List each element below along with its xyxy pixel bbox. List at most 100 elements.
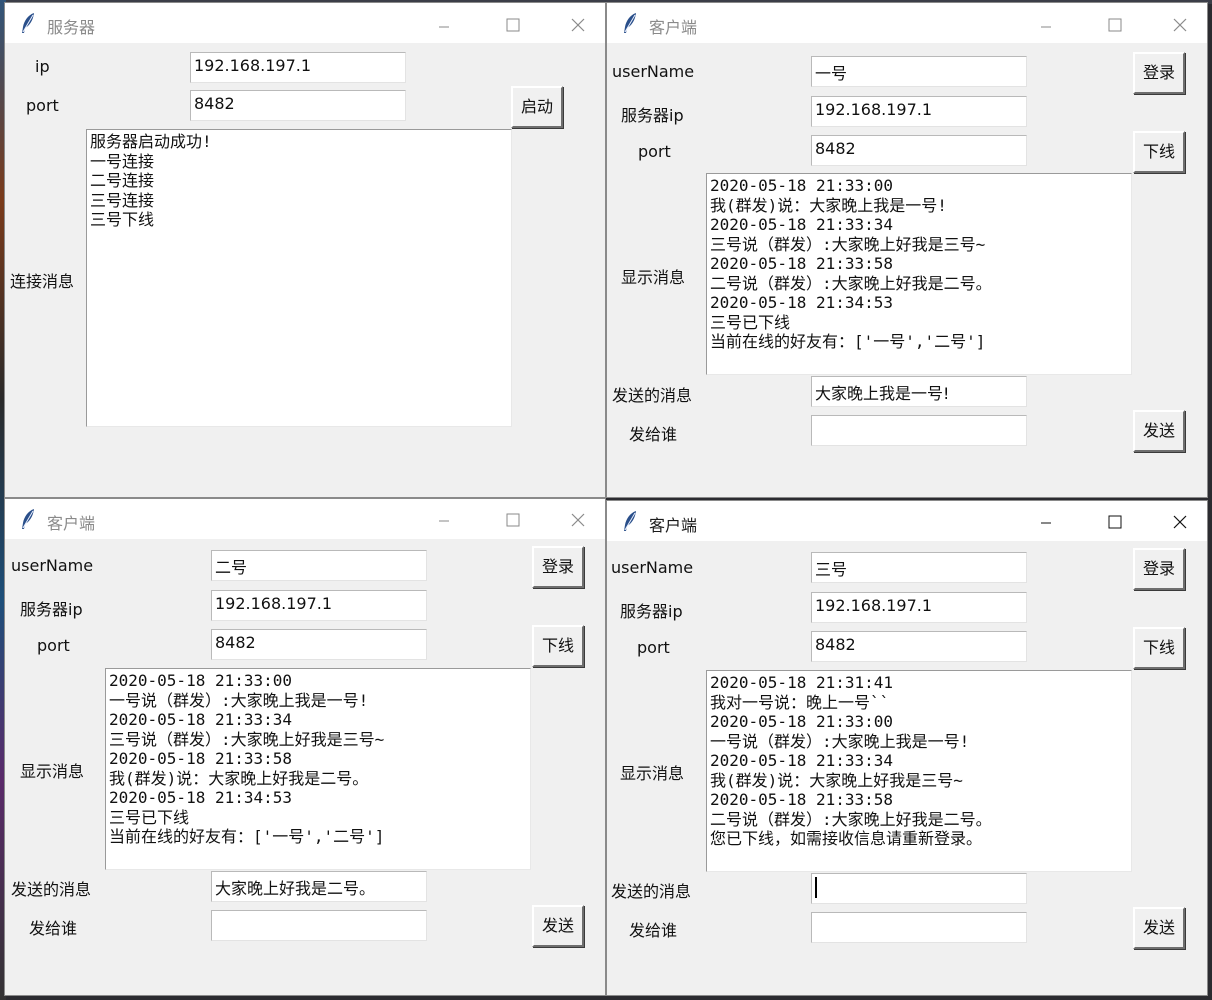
login-button[interactable]: 登录 bbox=[532, 546, 584, 588]
maximize-icon bbox=[506, 18, 520, 32]
username-input[interactable]: 二号 bbox=[211, 550, 427, 581]
window-title: 服务器 bbox=[47, 18, 96, 37]
maximize-button[interactable] bbox=[489, 499, 535, 539]
send-button[interactable]: 发送 bbox=[1133, 410, 1185, 452]
message-line: 2020-05-18 21:31:41 bbox=[710, 673, 894, 692]
send-message-label: 发送的消息 bbox=[612, 386, 693, 405]
minimize-button[interactable] bbox=[421, 499, 467, 539]
message-line: 三号说（群发）:大家晚上好我是三号~ bbox=[710, 234, 986, 254]
ip-input[interactable]: 192.168.197.1 bbox=[190, 52, 406, 83]
message-line: 一号连接 bbox=[90, 151, 155, 171]
offline-button[interactable]: 下线 bbox=[532, 625, 584, 667]
display-messages-label: 显示消息 bbox=[620, 764, 685, 783]
minimize-icon bbox=[439, 26, 449, 28]
username-label: userName bbox=[612, 62, 695, 81]
message-line: 二号连接 bbox=[90, 171, 155, 190]
server-ip-input[interactable]: 192.168.197.1 bbox=[811, 96, 1027, 127]
display-messages-box[interactable]: 2020-05-18 21:33:00 我(群发)说：大家晚上我是一号! 2020-… bbox=[706, 173, 1132, 375]
message-line: 2020-05-18 21:33:34 bbox=[710, 751, 894, 770]
minimize-icon bbox=[1041, 26, 1051, 28]
send-to-input[interactable] bbox=[811, 912, 1027, 943]
message-line: 您已下线，如需接收信息请重新登录。 bbox=[710, 829, 983, 848]
server-ip-input[interactable]: 192.168.197.1 bbox=[211, 590, 427, 621]
maximize-button[interactable] bbox=[1091, 501, 1137, 541]
port-input[interactable]: 8482 bbox=[211, 629, 427, 660]
minimize-button[interactable] bbox=[421, 3, 467, 43]
minimize-button[interactable] bbox=[1023, 3, 1069, 43]
send-to-label: 发给谁 bbox=[629, 425, 678, 444]
minimize-button[interactable] bbox=[1023, 501, 1069, 541]
login-button[interactable]: 登录 bbox=[1133, 52, 1185, 94]
client-window-2: 客户端 userName 二号 登录 服务器ip 192.168.197.1 p… bbox=[4, 498, 606, 996]
server-ip-label: 服务器ip bbox=[20, 600, 83, 619]
port-label: port bbox=[638, 142, 671, 161]
message-line: 我(群发)说：大家晚上我是一号! bbox=[710, 195, 947, 215]
close-button[interactable] bbox=[1157, 501, 1203, 541]
message-line: 服务器启动成功! bbox=[90, 132, 212, 151]
message-line: 我对一号说：晚上一号`` bbox=[710, 692, 890, 712]
title-bar[interactable]: 服务器 bbox=[5, 3, 605, 43]
start-button[interactable]: 启动 bbox=[511, 86, 563, 128]
username-label: userName bbox=[11, 556, 94, 575]
message-line: 2020-05-18 21:33:58 bbox=[710, 790, 894, 809]
ip-label: ip bbox=[35, 57, 50, 76]
text-cursor bbox=[815, 877, 817, 898]
message-line: 三号已下线 bbox=[109, 807, 190, 827]
login-button[interactable]: 登录 bbox=[1133, 548, 1185, 590]
message-line: 2020-05-18 21:34:53 bbox=[109, 788, 293, 807]
port-label: port bbox=[37, 636, 70, 655]
message-line: 一号说（群发）:大家晚上我是一号! bbox=[710, 731, 970, 751]
port-input[interactable]: 8482 bbox=[811, 135, 1027, 166]
message-line: 2020-05-18 21:33:58 bbox=[710, 254, 894, 273]
offline-button[interactable]: 下线 bbox=[1133, 131, 1185, 173]
send-message-label: 发送的消息 bbox=[611, 882, 692, 901]
connection-messages-box[interactable]: 服务器启动成功! 一号连接 二号连接 三号连接 三号下线 bbox=[86, 129, 512, 427]
message-line: 我(群发)说：大家晚上好我是二号。 bbox=[109, 768, 369, 788]
server-ip-input[interactable]: 192.168.197.1 bbox=[811, 592, 1027, 623]
title-bar[interactable]: 客户端 bbox=[607, 3, 1207, 43]
send-message-input[interactable] bbox=[811, 873, 1027, 904]
connection-messages-label: 连接消息 bbox=[10, 272, 75, 291]
message-line: 一号说（群发）:大家晚上我是一号! bbox=[109, 690, 369, 710]
message-line: 二号说（群发）:大家晚上好我是二号。 bbox=[710, 809, 992, 829]
close-button[interactable] bbox=[555, 499, 601, 539]
send-message-input[interactable]: 大家晚上我是一号! bbox=[811, 376, 1027, 407]
username-input[interactable]: 三号 bbox=[811, 552, 1027, 583]
display-messages-box[interactable]: 2020-05-18 21:31:41 我对一号说：晚上一号`` 2020-05-1… bbox=[706, 670, 1132, 872]
port-input[interactable]: 8482 bbox=[190, 90, 406, 121]
feather-icon bbox=[22, 13, 34, 33]
feather-icon bbox=[624, 511, 636, 531]
maximize-icon bbox=[1108, 515, 1122, 529]
display-messages-box[interactable]: 2020-05-18 21:33:00 一号说（群发）:大家晚上我是一号! 2020… bbox=[105, 668, 531, 870]
close-icon bbox=[571, 513, 585, 527]
display-messages-label: 显示消息 bbox=[20, 762, 85, 781]
send-message-input[interactable]: 大家晚上好我是二号。 bbox=[211, 871, 427, 902]
message-line: 2020-05-18 21:33:58 bbox=[109, 749, 293, 768]
message-line: 当前在线的好友有：['一号','二号'] bbox=[109, 827, 385, 846]
send-to-label: 发给谁 bbox=[629, 921, 678, 940]
send-message-label: 发送的消息 bbox=[11, 880, 92, 899]
username-input[interactable]: 一号 bbox=[811, 56, 1027, 87]
message-line: 2020-05-18 21:33:00 bbox=[710, 712, 894, 731]
send-to-input[interactable] bbox=[211, 910, 427, 941]
message-line: 2020-05-18 21:33:34 bbox=[109, 710, 293, 729]
message-line: 三号下线 bbox=[90, 210, 155, 229]
send-button[interactable]: 发送 bbox=[532, 905, 584, 947]
offline-button[interactable]: 下线 bbox=[1133, 627, 1185, 669]
send-to-input[interactable] bbox=[811, 415, 1027, 446]
title-bar[interactable]: 客户端 bbox=[607, 501, 1207, 541]
title-bar[interactable]: 客户端 bbox=[5, 499, 605, 539]
port-label: port bbox=[26, 96, 59, 115]
port-input[interactable]: 8482 bbox=[811, 631, 1027, 662]
close-button[interactable] bbox=[1157, 3, 1203, 43]
maximize-icon bbox=[506, 513, 520, 527]
maximize-button[interactable] bbox=[1091, 3, 1137, 43]
close-button[interactable] bbox=[555, 3, 601, 43]
message-line: 二号说（群发）:大家晚上好我是二号。 bbox=[710, 273, 992, 293]
send-button[interactable]: 发送 bbox=[1133, 907, 1185, 949]
maximize-icon bbox=[1108, 18, 1122, 32]
message-line: 三号说（群发）:大家晚上好我是三号~ bbox=[109, 729, 385, 749]
message-line: 2020-05-18 21:33:34 bbox=[710, 215, 894, 234]
send-to-label: 发给谁 bbox=[29, 919, 78, 938]
maximize-button[interactable] bbox=[489, 3, 535, 43]
